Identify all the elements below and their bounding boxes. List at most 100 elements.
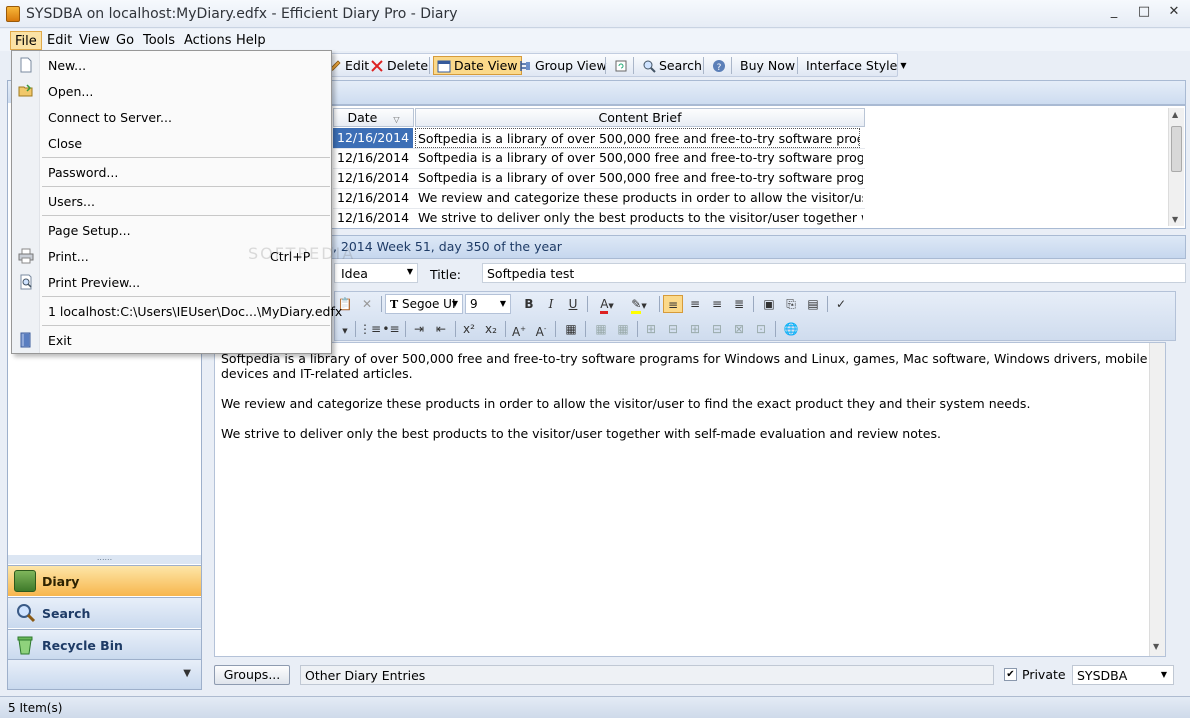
row-brief: Softpedia is a library of over 500,000 f… xyxy=(418,150,863,165)
nav-configure-chevron[interactable]: ▼ xyxy=(8,659,201,689)
menu-actions[interactable]: Actions xyxy=(180,31,236,50)
font-select[interactable]: T Segoe UI ▼ xyxy=(385,294,463,314)
cell-split-icon[interactable]: ⊠ xyxy=(729,320,749,338)
bullet-list-button[interactable]: •≡ xyxy=(381,320,401,338)
menu-item-close[interactable]: Close xyxy=(48,136,82,151)
menu-item-open[interactable]: Open... xyxy=(48,84,93,99)
font-size-select[interactable]: 9 ▼ xyxy=(465,294,511,314)
underline-button[interactable]: U xyxy=(563,295,583,313)
indent-increase-button[interactable]: ⇥ xyxy=(409,320,429,338)
search-button[interactable]: Search xyxy=(639,56,705,75)
group-view-button[interactable]: Group View xyxy=(515,56,610,75)
menu-item-print-preview[interactable]: Print Preview... xyxy=(48,275,140,290)
align-right-button[interactable]: ≡ xyxy=(707,295,727,313)
private-checkbox[interactable]: ✔ xyxy=(1004,668,1017,681)
menu-item-users[interactable]: Users... xyxy=(48,194,95,209)
sort-arrow-icon: ▽ xyxy=(393,115,400,124)
refresh-button[interactable] xyxy=(611,56,631,75)
help-button[interactable]: ? xyxy=(709,56,729,75)
menu-item-print[interactable]: Print... xyxy=(48,249,89,264)
font-color-button[interactable]: A▼ xyxy=(593,295,621,314)
shrink-font-button[interactable]: A- xyxy=(531,320,551,339)
chevron-down-icon[interactable]: ▼ xyxy=(335,320,355,338)
tree-icon xyxy=(520,60,530,71)
insert-object-icon[interactable]: ▤ xyxy=(803,295,823,313)
attachment-icon[interactable]: ⎘ xyxy=(781,295,801,313)
table-row[interactable]: 12/16/2014 Softpedia is a library of ove… xyxy=(333,168,865,188)
menu-item-password[interactable]: Password... xyxy=(48,165,118,180)
indent-decrease-button[interactable]: ⇤ xyxy=(431,320,451,338)
maximize-button[interactable]: □ xyxy=(1136,4,1152,20)
align-left-button[interactable]: ≡ xyxy=(663,295,683,313)
menu-tools[interactable]: Tools xyxy=(139,31,179,50)
hyperlink-globe-icon[interactable]: 🌐 xyxy=(781,320,801,338)
superscript-button[interactable]: x² xyxy=(459,320,479,338)
spell-check-icon[interactable]: ✓ xyxy=(831,295,851,313)
groups-field: Other Diary Entries xyxy=(300,665,994,685)
table-props-icon[interactable]: ▦ xyxy=(591,320,611,338)
menu-item-recent-file[interactable]: 1 localhost:C:\Users\IEUser\Doc...\MyDia… xyxy=(48,304,342,319)
category-value: Idea xyxy=(341,266,368,281)
user-select[interactable]: SYSDBA ▼ xyxy=(1072,665,1174,685)
minimize-button[interactable]: _ xyxy=(1106,4,1122,20)
interface-style-label: Interface Style xyxy=(806,58,898,73)
menu-help[interactable]: Help xyxy=(232,31,270,50)
editor-scrollbar[interactable]: ▼ xyxy=(1149,343,1165,656)
insert-table-icon[interactable]: ▦ xyxy=(561,320,581,338)
align-center-button[interactable]: ≡ xyxy=(685,295,705,313)
row-date: 12/16/2014 xyxy=(337,210,410,225)
edit-entry-button[interactable]: Edit xyxy=(325,56,372,75)
table-row[interactable]: 12/16/2014 Softpedia is a library of ove… xyxy=(333,148,865,168)
nav-diary-button[interactable]: Diary xyxy=(8,565,201,596)
groups-button[interactable]: Groups... xyxy=(214,665,290,685)
menu-view[interactable]: View xyxy=(75,31,114,50)
menu-item-connect-server[interactable]: Connect to Server... xyxy=(48,110,172,125)
category-select[interactable]: Idea ▼ xyxy=(334,263,418,283)
row-delete-icon[interactable]: ⊟ xyxy=(663,320,683,338)
content-paragraph: We review and categorize these products … xyxy=(221,396,1031,411)
nav-search-button[interactable]: Search xyxy=(8,597,201,628)
nav-splitter[interactable]: ...... xyxy=(8,554,201,564)
entry-content-editor[interactable]: Softpedia is a library of over 500,000 f… xyxy=(214,342,1166,657)
magnifier-icon xyxy=(17,604,36,623)
highlight-button[interactable]: ✎▼ xyxy=(625,295,653,314)
table-merge-icon[interactable]: ▦ xyxy=(613,320,633,338)
numbered-list-button[interactable]: ⋮≡ xyxy=(359,320,381,338)
menu-item-page-setup[interactable]: Page Setup... xyxy=(48,223,131,238)
italic-button[interactable]: I xyxy=(541,295,561,313)
title-input[interactable] xyxy=(482,263,1186,283)
col-delete-icon[interactable]: ⊟ xyxy=(707,320,727,338)
table-row[interactable]: 12/16/2014 We strive to deliver only the… xyxy=(333,208,865,228)
chevron-down-icon: ▼ xyxy=(1160,670,1167,679)
menu-file[interactable]: File xyxy=(10,31,42,50)
column-header-date[interactable]: Date ▽ xyxy=(333,108,414,127)
date-view-button[interactable]: Date View xyxy=(433,56,522,75)
col-insert-icon[interactable]: ⊞ xyxy=(685,320,705,338)
delete-entry-button[interactable]: Delete xyxy=(367,56,431,75)
nav-recycle-bin-button[interactable]: Recycle Bin xyxy=(8,629,201,660)
menu-item-new[interactable]: New... xyxy=(48,58,86,73)
bold-button[interactable]: B xyxy=(519,295,539,313)
open-folder-icon xyxy=(18,84,33,97)
column-header-content-brief[interactable]: Content Brief xyxy=(415,108,865,127)
cut-icon[interactable]: ✕ xyxy=(357,295,377,313)
softpedia-watermark: SOFTPEDIA xyxy=(248,244,356,263)
menu-edit[interactable]: Edit xyxy=(43,31,76,50)
insert-image-icon[interactable]: ▣ xyxy=(759,295,779,313)
grid-scrollbar[interactable]: ▲ ▼ xyxy=(1168,108,1184,226)
interface-style-button[interactable]: Interface Style ▼ xyxy=(803,56,910,75)
cell-merge-icon[interactable]: ⊡ xyxy=(751,320,771,338)
menu-item-exit[interactable]: Exit xyxy=(48,333,72,348)
row-insert-icon[interactable]: ⊞ xyxy=(641,320,661,338)
grow-font-button[interactable]: A+ xyxy=(509,320,529,339)
table-row[interactable]: 12/16/2014 We review and categorize thes… xyxy=(333,188,865,208)
buy-now-button[interactable]: Buy Now xyxy=(737,56,798,75)
recycle-bin-icon xyxy=(17,636,33,655)
table-row[interactable]: 12/16/2014 Softpedia is a library of ove… xyxy=(333,128,865,148)
menu-go[interactable]: Go xyxy=(112,31,138,50)
row-brief: We review and categorize these products … xyxy=(418,190,863,205)
justify-button[interactable]: ≣ xyxy=(729,295,749,313)
subscript-button[interactable]: x₂ xyxy=(481,320,501,338)
search-icon xyxy=(643,60,656,73)
close-button[interactable]: ✕ xyxy=(1166,4,1182,20)
